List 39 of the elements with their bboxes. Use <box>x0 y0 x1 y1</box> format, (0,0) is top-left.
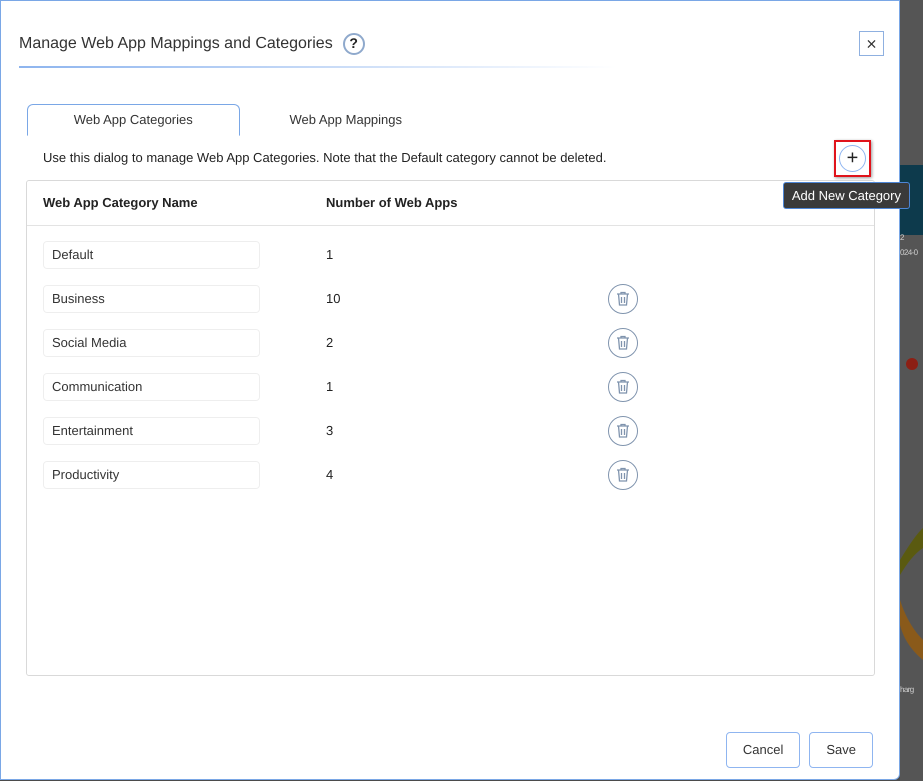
tooltip: Add New Category <box>782 182 910 209</box>
trash-icon <box>616 423 630 438</box>
app-count: 10 <box>326 290 342 308</box>
delete-button[interactable] <box>608 284 638 314</box>
trash-icon <box>616 291 630 306</box>
trash-icon <box>616 335 630 350</box>
category-name-field[interactable]: Communication <box>43 372 260 400</box>
background-text: harg <box>900 684 914 696</box>
save-button[interactable]: Save <box>809 732 873 768</box>
category-name-field[interactable]: Productivity <box>43 460 260 488</box>
trash-icon <box>616 379 630 394</box>
column-header: Number of Web Apps <box>326 194 458 212</box>
close-button[interactable]: × <box>859 31 884 56</box>
category-name-field[interactable]: Entertainment <box>43 416 260 444</box>
trash-icon <box>616 467 630 482</box>
cancel-button[interactable]: Cancel <box>726 732 800 768</box>
delete-button[interactable] <box>608 372 638 402</box>
background-text: 2 <box>900 232 904 244</box>
app-count: 4 <box>326 466 334 484</box>
help-icon[interactable]: ? <box>342 32 365 54</box>
add-category-button[interactable]: + <box>839 144 866 172</box>
donut-chart-drawing <box>900 600 923 660</box>
category-name-field[interactable]: Business <box>43 284 260 312</box>
dialog-title: Manage Web App Mappings and Categories <box>19 34 333 54</box>
background-text: 024-0 <box>900 247 918 259</box>
delete-button[interactable] <box>608 328 638 358</box>
app-count: 1 <box>326 246 334 264</box>
tab[interactable]: Web App Categories <box>27 104 240 136</box>
app-count: 1 <box>326 378 334 396</box>
delete-button[interactable] <box>608 460 638 490</box>
category-name-field[interactable]: Default <box>43 240 260 268</box>
delete-button[interactable] <box>608 416 638 446</box>
donut-chart-drawing <box>900 528 923 575</box>
column-header: Web App Category Name <box>43 194 199 212</box>
category-name-field[interactable]: Social Media <box>43 328 260 356</box>
description-text: Use this dialog to manage Web App Categories. Note that the Default category cannot be deleted. <box>43 149 606 168</box>
status-dot <box>906 358 918 370</box>
app-count: 2 <box>326 334 334 352</box>
app-count: 3 <box>326 422 334 440</box>
